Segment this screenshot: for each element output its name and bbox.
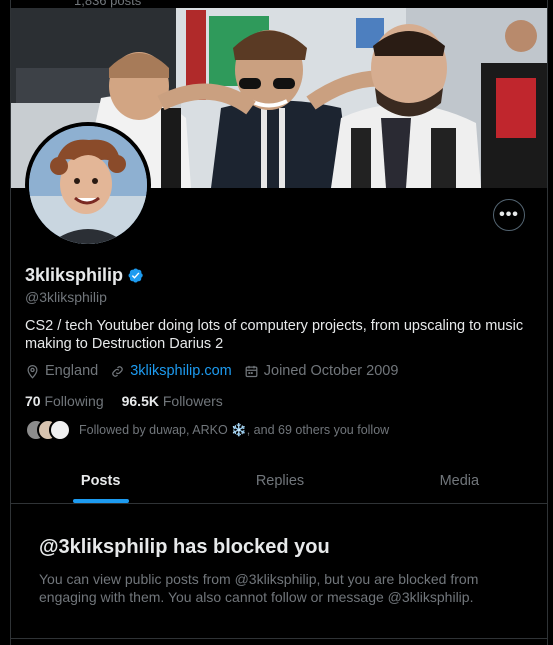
profile-bio: CS2 / tech Youtuber doing lots of comput… (25, 318, 524, 352)
joined-item: Joined October 2009 (244, 363, 399, 379)
display-name: 3kliksphilip (25, 265, 124, 285)
followers-link[interactable]: 96.5K Followers (122, 393, 223, 409)
following-count: 70 (25, 393, 41, 409)
user-handle: @3kliksphilip (25, 289, 107, 305)
followed-by-row[interactable]: Followed by duwap, ARKO ❄️, and 69 other… (25, 418, 389, 442)
post-count: 1,836 posts (74, 0, 142, 8)
joined-date: Joined October 2009 (263, 363, 399, 379)
divider (11, 638, 547, 639)
tab-label: Replies (255, 472, 305, 489)
profile-meta: England 3kliksphilip.com Joined October … (25, 363, 410, 379)
location-text: England (45, 363, 99, 379)
followers-label: Followers (162, 393, 223, 409)
location-pin-icon (27, 364, 38, 379)
avatar-photo (29, 126, 147, 244)
mutual-avatar (49, 419, 71, 441)
location-item: England (25, 363, 98, 379)
calendar-icon (245, 365, 258, 377)
followers-count: 96.5K (121, 393, 159, 409)
link-icon (112, 365, 123, 377)
profile-panel: 1,836 posts ••• 3kliksphilip @3kliksphil… (10, 0, 548, 645)
profile-avatar[interactable] (25, 122, 151, 248)
tab-label: Posts (80, 472, 121, 489)
following-label: Following (44, 393, 104, 409)
more-options-button[interactable]: ••• (493, 199, 525, 231)
tab-media[interactable]: Media (370, 458, 547, 503)
website-item: 3kliksphilip.com (110, 363, 232, 379)
following-link[interactable]: 70 Following (25, 393, 104, 409)
tab-label: Media (439, 472, 480, 489)
name-row: 3kliksphilip (25, 265, 144, 286)
blocked-title: @3kliksphilip has blocked you (39, 536, 330, 558)
followed-by-text: Followed by duwap, ARKO ❄️, and 69 other… (79, 422, 390, 437)
blocked-message: You can view public posts from @3kliksph… (39, 571, 479, 605)
post-count-header: 1,836 posts (11, 0, 547, 8)
tab-posts[interactable]: Posts (11, 458, 190, 503)
verified-badge-icon[interactable] (127, 267, 144, 284)
website-link[interactable]: 3kliksphilip.com (130, 363, 232, 379)
active-tab-indicator (72, 499, 129, 503)
follow-stats: 70 Following 96.5K Followers (25, 393, 223, 409)
mutual-avatars (25, 418, 73, 442)
profile-tabs: Posts Replies Media (11, 458, 547, 504)
tab-replies[interactable]: Replies (190, 458, 369, 503)
more-dots-icon: ••• (499, 206, 519, 223)
